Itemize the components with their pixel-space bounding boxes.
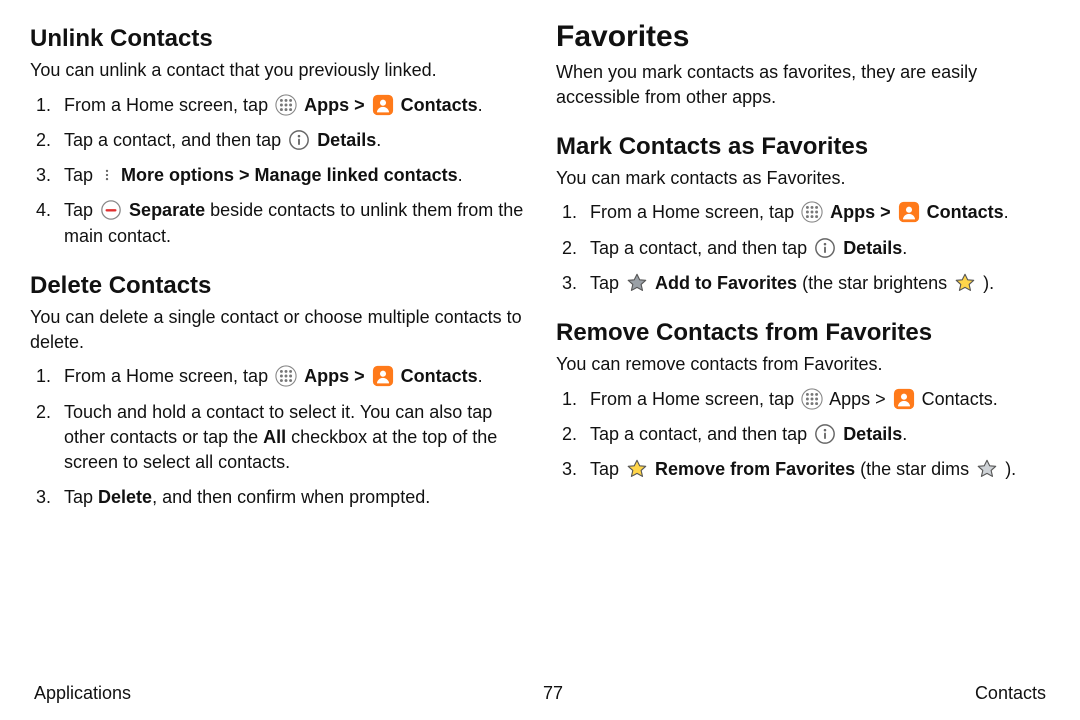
steps-unlink: From a Home screen, tap Apps > Contacts.…: [30, 93, 524, 249]
heading-remove-favorites: Remove Contacts from Favorites: [556, 318, 1050, 348]
step: Tap Delete, and then confirm when prompt…: [30, 485, 524, 510]
steps-mark: From a Home screen, tap Apps > Contacts.…: [556, 200, 1050, 296]
apps-icon: [801, 388, 823, 410]
info-icon: [814, 237, 836, 259]
heading-delete-contacts: Delete Contacts: [30, 271, 524, 301]
heading-mark-favorites: Mark Contacts as Favorites: [556, 132, 1050, 162]
step: Tap a contact, and then tap Details.: [556, 236, 1050, 261]
footer-left: Applications: [34, 683, 131, 704]
intro-mark: You can mark contacts as Favorites.: [556, 166, 1050, 191]
step: Tap a contact, and then tap Details.: [30, 128, 524, 153]
heading-unlink-contacts: Unlink Contacts: [30, 24, 524, 54]
footer-right: Contacts: [975, 683, 1046, 704]
star-dim-icon: [626, 272, 648, 294]
step: Tap Add to Favorites (the star brightens…: [556, 271, 1050, 296]
intro-remove: You can remove contacts from Favorites.: [556, 352, 1050, 377]
step: Touch and hold a contact to select it. Y…: [30, 400, 524, 476]
step: Tap a contact, and then tap Details.: [556, 422, 1050, 447]
star-bright-icon: [954, 272, 976, 294]
right-column: Favorites When you mark contacts as favo…: [556, 18, 1050, 679]
intro-delete: You can delete a single contact or choos…: [30, 305, 524, 355]
apps-icon: [801, 201, 823, 223]
step: From a Home screen, tap Apps > Contacts.: [556, 200, 1050, 225]
intro-unlink: You can unlink a contact that you previo…: [30, 58, 524, 83]
star-bright-icon: [626, 458, 648, 480]
step: Tap More options > Manage linked contact…: [30, 163, 524, 188]
step: Tap Separate beside contacts to unlink t…: [30, 198, 524, 248]
step: From a Home screen, tap Apps > Contacts.: [30, 364, 524, 389]
steps-delete: From a Home screen, tap Apps > Contacts.…: [30, 364, 524, 510]
step: Tap Remove from Favorites (the star dims…: [556, 457, 1050, 482]
intro-favorites: When you mark contacts as favorites, the…: [556, 60, 1050, 110]
more-icon: [100, 164, 114, 186]
contacts-icon: [372, 365, 394, 387]
heading-favorites: Favorites: [556, 20, 1050, 54]
apps-icon: [275, 365, 297, 387]
steps-remove: From a Home screen, tap Apps > Contacts.…: [556, 387, 1050, 483]
step: From a Home screen, tap Apps > Contacts.: [30, 93, 524, 118]
page-footer: Applications 77 Contacts: [30, 679, 1050, 708]
contacts-icon: [898, 201, 920, 223]
info-icon: [814, 423, 836, 445]
step: From a Home screen, tap Apps > Contacts.: [556, 387, 1050, 412]
contacts-icon: [372, 94, 394, 116]
footer-page-number: 77: [543, 683, 563, 704]
left-column: Unlink Contacts You can unlink a contact…: [30, 18, 524, 679]
contacts-icon: [893, 388, 915, 410]
star-dim-icon: [976, 458, 998, 480]
apps-icon: [275, 94, 297, 116]
info-icon: [288, 129, 310, 151]
minus-icon: [100, 199, 122, 221]
